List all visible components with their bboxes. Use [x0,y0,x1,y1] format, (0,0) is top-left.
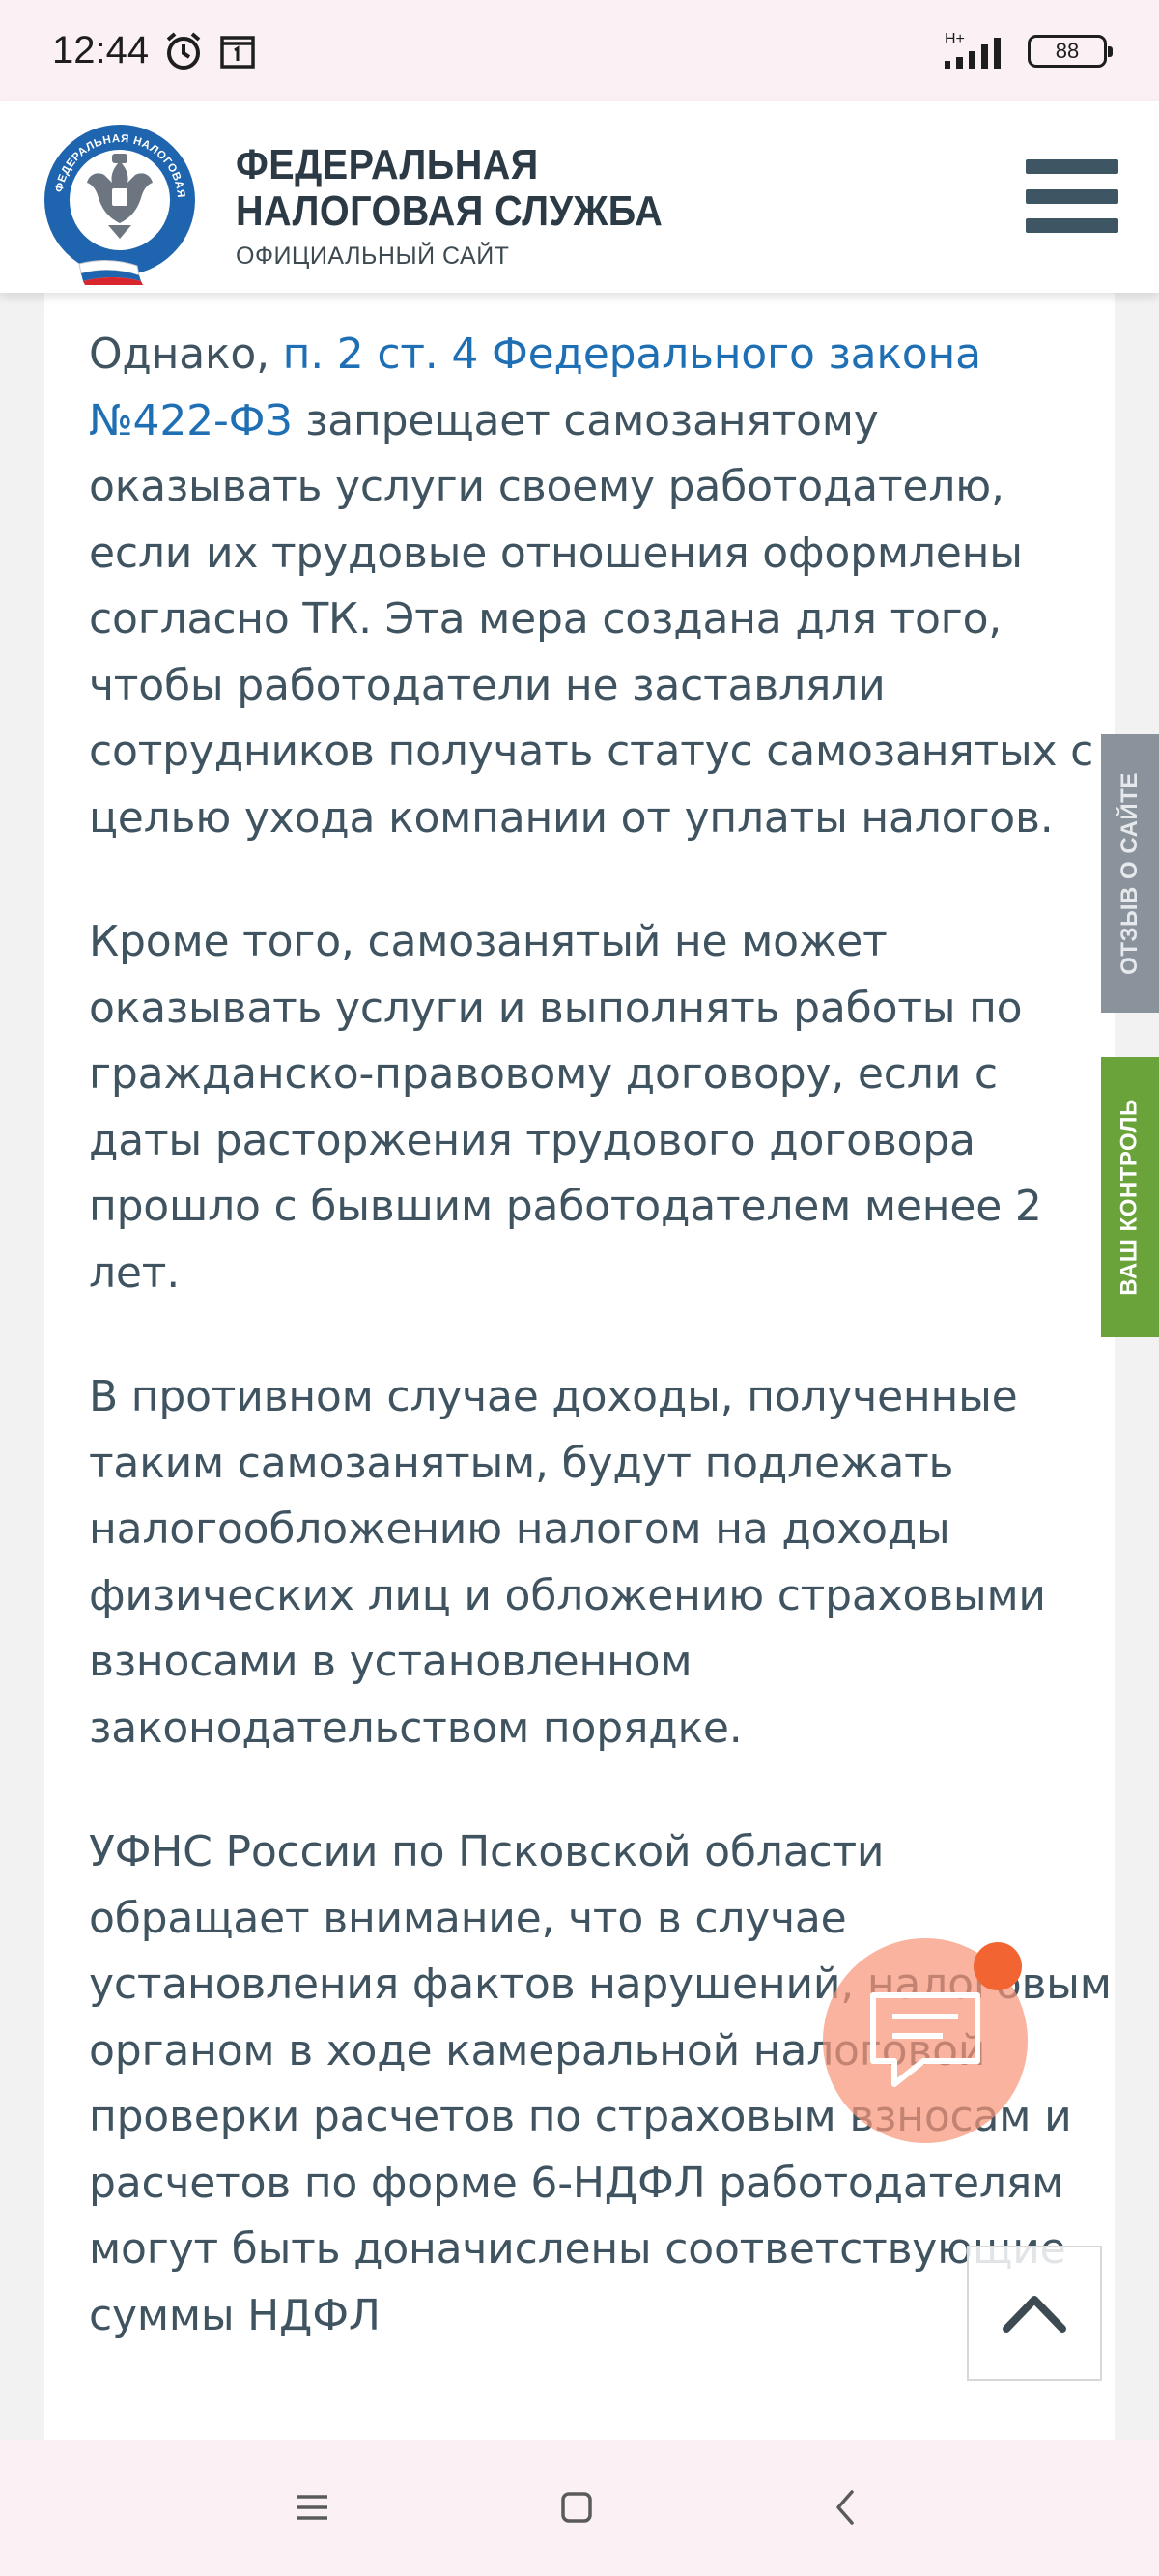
notification-box-icon [220,35,255,69]
your-control-label: ВАШ КОНТРОЛЬ [1117,1099,1144,1296]
site-feedback-tab[interactable]: ОТЗЫВ О САЙТЕ [1101,734,1159,1013]
chat-bubble-icon [870,1992,980,2087]
back-chevron-icon [836,2490,854,2525]
hamburger-icon[interactable] [1026,159,1118,233]
alarm-icon [166,31,201,70]
article-paragraph-2: Кроме того, самозанятый не может оказыва… [89,917,1042,1298]
menu-bar [1026,218,1118,233]
menu-bar [1026,159,1118,174]
site-feedback-label: ОТЗЫВ О САЙТЕ [1117,772,1143,975]
chat-notification-badge [974,1942,1022,1990]
brand-title-line1: ФЕДЕРАЛЬНАЯ [236,141,539,188]
signal-icon: H+ [945,31,1001,69]
status-right: H+ 88 [939,30,1113,72]
status-left: 12:44 [52,29,257,72]
menu-lines-icon [297,2495,327,2520]
network-type-label: H+ [945,31,965,47]
menu-bar [1026,188,1118,204]
paragraph-1-prefix: Однако, [89,329,283,379]
article-paragraph-3: В противном случае доходы, полученные та… [89,1372,1046,1753]
fns-emblem-logo[interactable]: ФЕДЕРАЛЬНАЯ НАЛОГОВАЯ СЛУЖБА [41,121,199,285]
paragraph-1-suffix: запрещает самозанятому оказывать услуги … [89,395,1094,843]
battery-level: 88 [1055,38,1080,63]
your-control-tab[interactable]: ВАШ КОНТРОЛЬ [1101,1057,1159,1337]
site-header: ФЕДЕРАЛЬНАЯ НАЛОГОВАЯ СЛУЖБА ФЕДЕРАЛЬНАЯ… [0,101,1159,293]
recents-button[interactable] [273,2469,351,2546]
chevron-up-icon [1003,2296,1066,2333]
brand-title-line2: НАЛОГОВАЯ СЛУЖБА [236,187,664,235]
home-button[interactable] [538,2469,615,2546]
square-icon [561,2492,592,2523]
article-paragraph-1: Однако, п. 2 ст. 4 Федерального закона №… [89,322,1113,851]
scroll-to-top-button[interactable] [967,2246,1102,2381]
brand-block[interactable]: ФЕДЕРАЛЬНАЯ НАЛОГОВАЯ СЛУЖБА ОФИЦИАЛЬНЫЙ… [236,142,710,271]
status-time: 12:44 [52,29,150,72]
brand-subtitle: ОФИЦИАЛЬНЫЙ САЙТ [236,243,510,270]
status-bar: 12:44 H+ 88 [0,0,1159,101]
system-navigation-bar [0,2440,1159,2576]
back-button[interactable] [806,2469,884,2546]
battery-icon: 88 [1028,34,1113,68]
